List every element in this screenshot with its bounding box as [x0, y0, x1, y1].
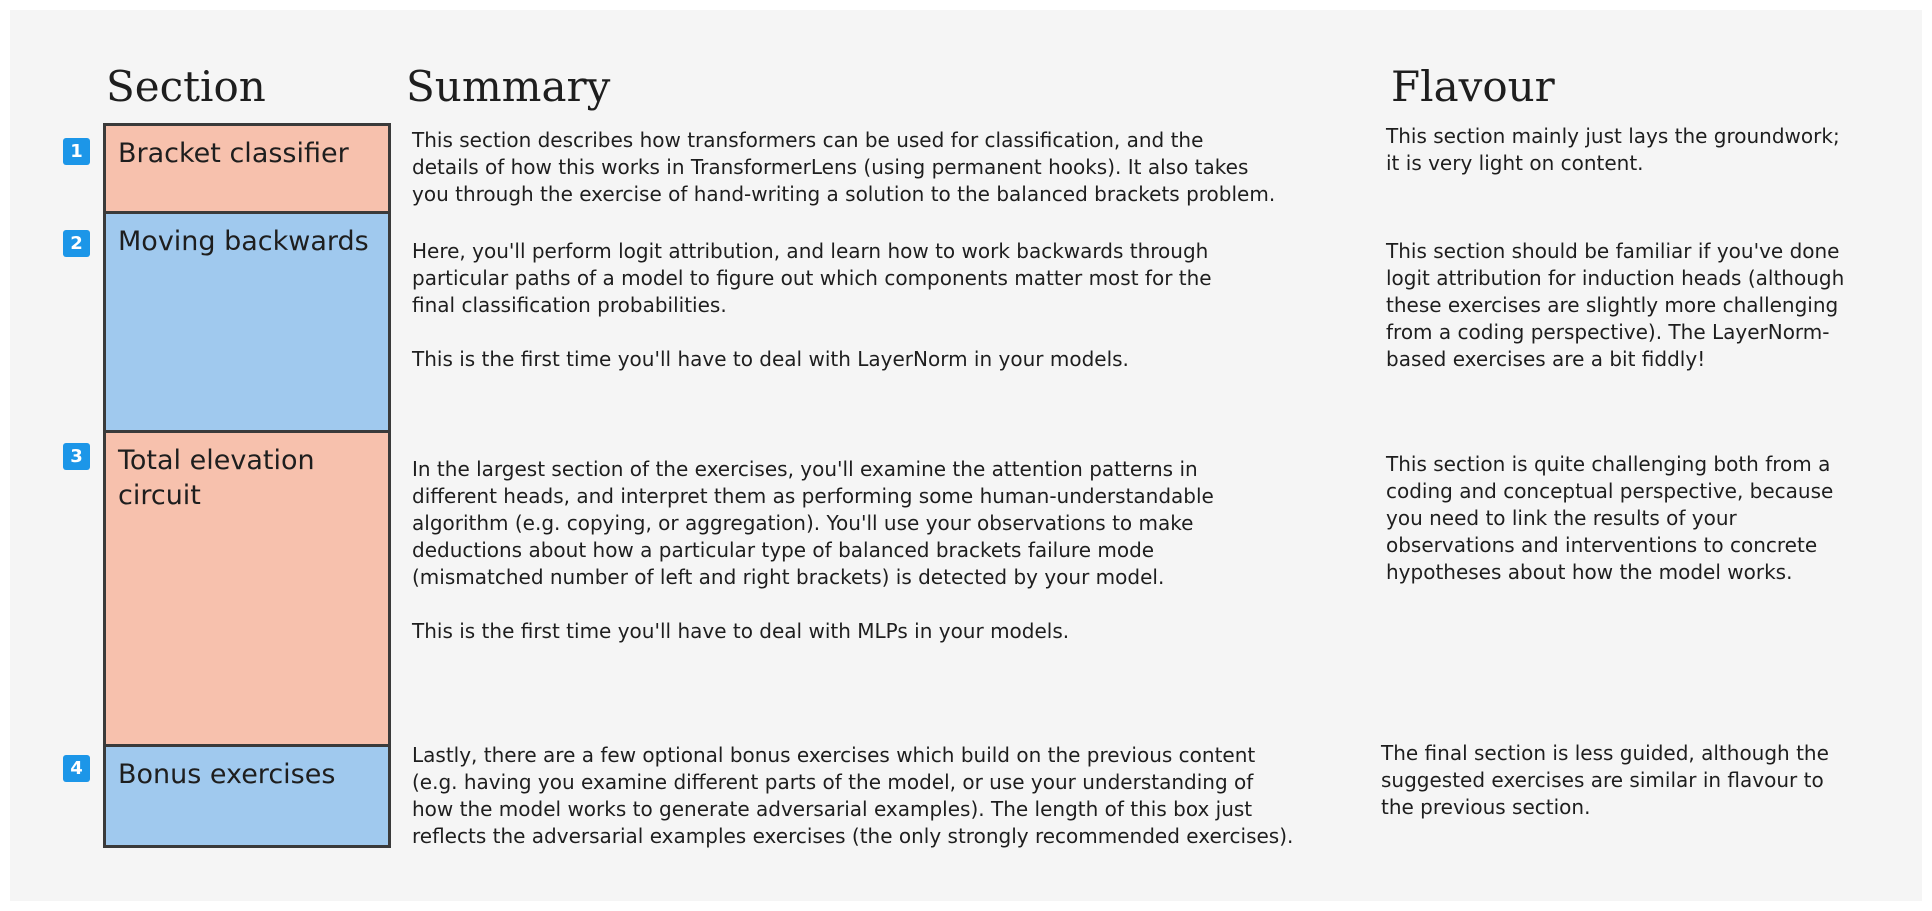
diagram-canvas: Section Summary Flavour 1 Bracket classi… [10, 10, 1922, 901]
flavour-text: This section is quite challenging both f… [1386, 452, 1834, 584]
section-title: Total elevation circuit [118, 445, 315, 512]
summary-text: This section describes how transformers … [412, 128, 1276, 206]
section-box-moving-backwards: Moving backwards [103, 211, 391, 433]
flavour-text: This section should be familiar if you'v… [1386, 239, 1845, 371]
section-box-bracket-classifier: Bracket classifier [103, 123, 391, 214]
summary-header: Summary [406, 62, 611, 111]
flavour-text: The final section is less guided, althou… [1381, 741, 1829, 819]
section-header: Section [106, 62, 266, 111]
flavour-text: This section mainly just lays the ground… [1386, 124, 1840, 175]
section-title: Moving backwards [118, 226, 369, 257]
section-box-total-elevation-circuit: Total elevation circuit [103, 430, 391, 747]
flavour-header: Flavour [1391, 62, 1555, 111]
section-title: Bonus exercises [118, 759, 336, 790]
section-number-badge: 4 [63, 755, 90, 782]
summary-text: In the largest section of the exercises,… [412, 457, 1214, 643]
section-number-badge: 1 [63, 138, 90, 165]
section-number-badge: 3 [63, 443, 90, 470]
section-box-bonus-exercises: Bonus exercises [103, 744, 391, 848]
section-title: Bracket classifier [118, 138, 349, 169]
summary-text: Here, you'll perform logit attribution, … [412, 239, 1212, 371]
section-number-badge: 2 [63, 230, 90, 257]
summary-text: Lastly, there are a few optional bonus e… [412, 743, 1294, 848]
